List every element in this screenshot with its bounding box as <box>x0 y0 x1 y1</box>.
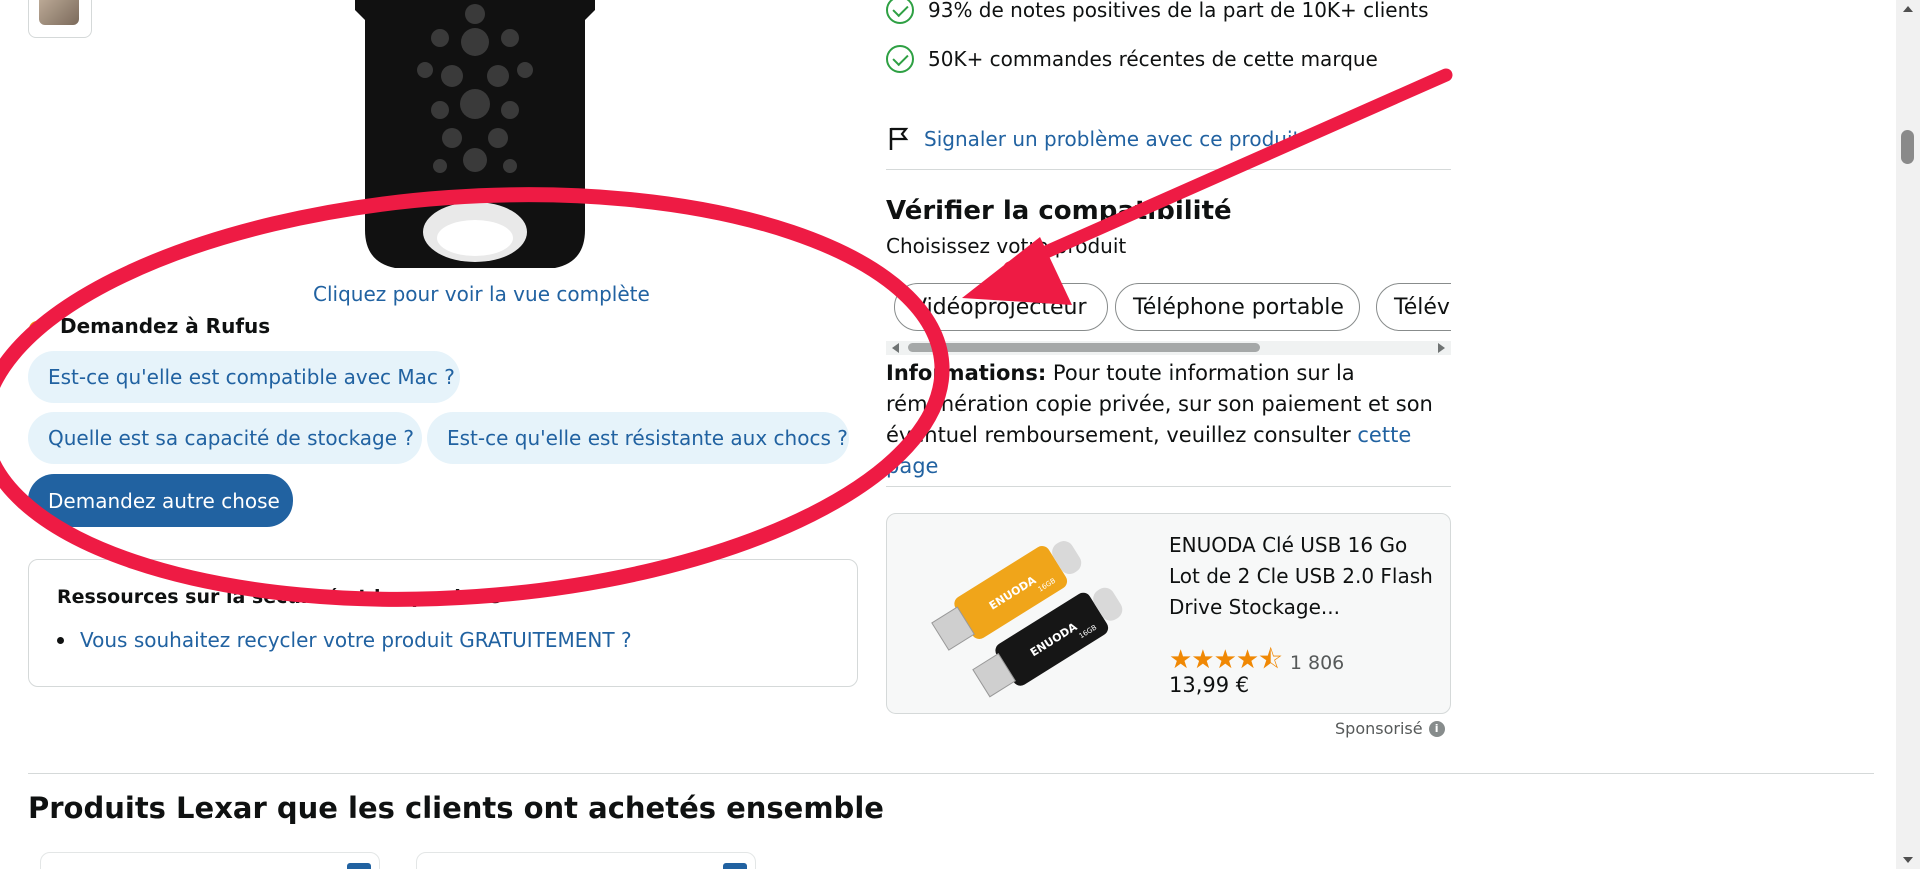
rufus-header: Demandez à Rufus <box>28 314 270 338</box>
view-full-image-link[interactable]: Cliquez pour voir la vue complète <box>313 282 650 306</box>
info-label: Informations: <box>886 361 1047 385</box>
recycle-product-link[interactable]: Vous souhaitez recycler votre produit GR… <box>80 628 632 652</box>
scroll-left-arrow-icon[interactable] <box>892 343 899 353</box>
select-checkbox[interactable] <box>723 863 747 869</box>
check-circle-icon <box>886 0 914 24</box>
scroll-thumb[interactable] <box>908 343 1260 352</box>
rufus-question-chip[interactable]: Est-ce qu'elle est résistante aux chocs … <box>427 412 849 464</box>
compat-scrollbar[interactable] <box>886 341 1451 355</box>
sponsored-product-price: 13,99 € <box>1169 673 1250 697</box>
rufus-question-chip[interactable]: Quelle est sa capacité de stockage ? <box>28 412 422 464</box>
rufus-question-chip[interactable]: Est-ce qu'elle est compatible avec Mac ? <box>28 351 460 403</box>
check-circle-icon <box>886 45 914 73</box>
sponsored-product-card[interactable]: ENUODA 16GB ENUODA 16GB ENUODA Clé USB 1… <box>886 513 1451 714</box>
sponsored-product-title[interactable]: ENUODA Clé USB 16 Go Lot de 2 Cle USB 2.… <box>1169 530 1439 623</box>
usb-drive-image[interactable]: ENUODA 16GB ENUODA 16GB <box>927 526 1127 701</box>
trust-signal: 50K+ commandes récentes de cette marque <box>886 45 1378 73</box>
report-problem-link[interactable]: Signaler un problème avec ce produit <box>924 127 1300 151</box>
compatibility-options: Vidéoprojecteur Téléphone portable Télév <box>886 279 1451 335</box>
compat-option-television[interactable]: Télév <box>1376 283 1451 331</box>
resources-title: Ressources sur la sécurité et les produi… <box>57 586 502 608</box>
review-count: 1 806 <box>1289 652 1345 674</box>
select-checkbox[interactable] <box>347 863 371 869</box>
copy-remuneration-info: Informations: Pour toute information sur… <box>886 358 1446 482</box>
scroll-right-arrow-icon[interactable] <box>1438 343 1445 353</box>
ask-rufus-button[interactable]: Demandez autre chose <box>28 474 293 527</box>
page-scrollbar[interactable] <box>1896 0 1920 869</box>
product-image[interactable] <box>340 0 610 270</box>
report-problem[interactable]: Signaler un problème avec ce produit <box>888 127 1300 151</box>
scroll-down-arrow-icon[interactable] <box>1903 857 1913 863</box>
bought-together-title: Produits Lexar que les clients ont achet… <box>28 791 884 825</box>
rufus-icon <box>29 315 52 337</box>
compatibility-title: Vérifier la compatibilité <box>886 196 1232 226</box>
flag-icon <box>889 127 909 150</box>
safety-resources-box: Ressources sur la sécurité et les produi… <box>28 559 858 687</box>
divider <box>886 486 1451 487</box>
rufus-title: Demandez à Rufus <box>60 314 271 338</box>
bullet <box>57 636 64 644</box>
product-thumbnail[interactable] <box>28 0 92 38</box>
sponsored-text: Sponsorisé <box>1335 719 1423 738</box>
trust-signal-text: 93% de notes positives de la part de 10K… <box>928 0 1429 22</box>
trust-signal-text: 50K+ commandes récentes de cette marque <box>928 47 1378 71</box>
compat-option-telephone[interactable]: Téléphone portable <box>1115 283 1360 331</box>
sponsored-label[interactable]: Sponsorisé i <box>1335 719 1445 738</box>
compatibility-subtitle: Choisissez votre produit <box>886 234 1127 258</box>
compat-option-videoprojecteur[interactable]: Vidéoprojecteur <box>894 283 1108 331</box>
bought-together-item[interactable] <box>416 852 756 869</box>
resources-list: Vous souhaitez recycler votre produit GR… <box>57 628 632 652</box>
divider <box>886 169 1451 170</box>
trust-signal: 93% de notes positives de la part de 10K… <box>886 0 1429 24</box>
page-scroll-thumb[interactable] <box>1901 130 1914 164</box>
scroll-up-arrow-icon[interactable] <box>1903 6 1913 12</box>
info-icon[interactable]: i <box>1428 720 1445 737</box>
divider <box>28 773 1874 774</box>
bought-together-item[interactable] <box>40 852 380 869</box>
